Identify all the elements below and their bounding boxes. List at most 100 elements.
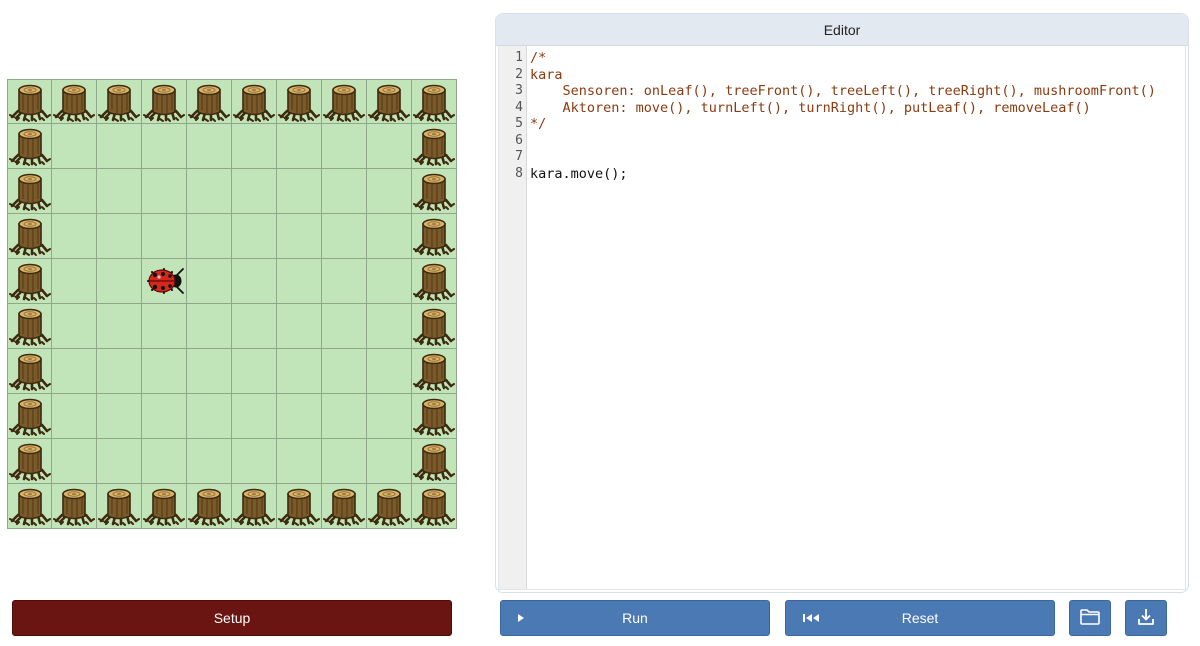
world-cell[interactable] [232, 259, 277, 304]
world-cell[interactable] [52, 214, 97, 259]
world-cell[interactable] [52, 304, 97, 349]
world-cell[interactable] [142, 349, 187, 394]
setup-button[interactable]: Setup [12, 600, 452, 636]
world-cell[interactable] [7, 439, 52, 484]
code-line[interactable] [530, 133, 1185, 150]
world-cell[interactable] [277, 79, 322, 124]
world-cell[interactable] [142, 439, 187, 484]
world-cell[interactable] [142, 124, 187, 169]
world-cell[interactable] [7, 259, 52, 304]
open-button[interactable] [1069, 600, 1111, 636]
world-cell[interactable] [97, 214, 142, 259]
world-cell[interactable] [412, 439, 457, 484]
world-cell[interactable] [232, 394, 277, 439]
world-cell[interactable] [97, 304, 142, 349]
world-cell[interactable] [187, 259, 232, 304]
world-cell[interactable] [97, 169, 142, 214]
world-cell[interactable] [52, 124, 97, 169]
world-cell[interactable] [187, 439, 232, 484]
world-cell[interactable] [7, 304, 52, 349]
world-cell[interactable] [142, 259, 187, 304]
world-cell[interactable] [322, 259, 367, 304]
world-cell[interactable] [322, 439, 367, 484]
world-cell[interactable] [367, 79, 412, 124]
world-cell[interactable] [187, 304, 232, 349]
world-cell[interactable] [367, 214, 412, 259]
world-cell[interactable] [7, 484, 52, 529]
world-cell[interactable] [187, 484, 232, 529]
world-cell[interactable] [52, 259, 97, 304]
world-cell[interactable] [187, 124, 232, 169]
world-cell[interactable] [187, 349, 232, 394]
world-cell[interactable] [412, 304, 457, 349]
world-cell[interactable] [412, 214, 457, 259]
world-cell[interactable] [367, 259, 412, 304]
world-cell[interactable] [277, 484, 322, 529]
world-cell[interactable] [367, 484, 412, 529]
world-cell[interactable] [412, 349, 457, 394]
world-cell[interactable] [277, 124, 322, 169]
code-line[interactable]: Aktoren: move(), turnLeft(), turnRight()… [530, 100, 1185, 117]
code-line[interactable] [530, 149, 1185, 166]
world-cell[interactable] [97, 394, 142, 439]
world-cell[interactable] [142, 79, 187, 124]
world-cell[interactable] [52, 439, 97, 484]
world-cell[interactable] [277, 214, 322, 259]
world-cell[interactable] [142, 484, 187, 529]
world-cell[interactable] [7, 124, 52, 169]
code-editor[interactable]: 12345678 /* kara Sensoren: onLeaf(), tree… [498, 46, 1186, 590]
world-cell[interactable] [7, 349, 52, 394]
code-area[interactable]: /* kara Sensoren: onLeaf(), treeFront(), … [527, 46, 1185, 589]
world-cell[interactable] [232, 79, 277, 124]
world-cell[interactable] [322, 304, 367, 349]
world-cell[interactable] [412, 79, 457, 124]
world-cell[interactable] [322, 484, 367, 529]
world-cell[interactable] [277, 169, 322, 214]
world-cell[interactable] [277, 394, 322, 439]
world-cell[interactable] [97, 439, 142, 484]
world-cell[interactable] [97, 484, 142, 529]
world-cell[interactable] [7, 79, 52, 124]
world-cell[interactable] [97, 79, 142, 124]
world-cell[interactable] [322, 79, 367, 124]
world-cell[interactable] [322, 394, 367, 439]
world-cell[interactable] [367, 349, 412, 394]
world-cell[interactable] [187, 394, 232, 439]
world-cell[interactable] [412, 484, 457, 529]
world-cell[interactable] [367, 439, 412, 484]
world-cell[interactable] [187, 169, 232, 214]
world-cell[interactable] [232, 124, 277, 169]
world-cell[interactable] [142, 169, 187, 214]
code-line[interactable]: kara [530, 67, 1185, 84]
world-cell[interactable] [52, 169, 97, 214]
world-cell[interactable] [142, 304, 187, 349]
world-cell[interactable] [52, 349, 97, 394]
world-cell[interactable] [367, 169, 412, 214]
world-cell[interactable] [232, 214, 277, 259]
world-cell[interactable] [367, 124, 412, 169]
world-cell[interactable] [142, 394, 187, 439]
world-cell[interactable] [7, 214, 52, 259]
reset-button[interactable]: Reset [785, 600, 1055, 636]
world-grid[interactable] [7, 79, 457, 529]
world-cell[interactable] [52, 79, 97, 124]
code-line[interactable]: */ [530, 116, 1185, 133]
world-cell[interactable] [367, 394, 412, 439]
world-cell[interactable] [322, 169, 367, 214]
world-cell[interactable] [52, 394, 97, 439]
world-cell[interactable] [277, 259, 322, 304]
world-cell[interactable] [7, 169, 52, 214]
world-cell[interactable] [232, 169, 277, 214]
world-cell[interactable] [367, 304, 412, 349]
download-button[interactable] [1125, 600, 1167, 636]
code-line[interactable]: Sensoren: onLeaf(), treeFront(), treeLef… [530, 83, 1185, 100]
world-cell[interactable] [322, 124, 367, 169]
world-cell[interactable] [277, 439, 322, 484]
world-cell[interactable] [187, 79, 232, 124]
world-cell[interactable] [277, 304, 322, 349]
world-cell[interactable] [232, 484, 277, 529]
world-cell[interactable] [412, 394, 457, 439]
world-cell[interactable] [232, 439, 277, 484]
world-cell[interactable] [52, 484, 97, 529]
world-cell[interactable] [142, 214, 187, 259]
